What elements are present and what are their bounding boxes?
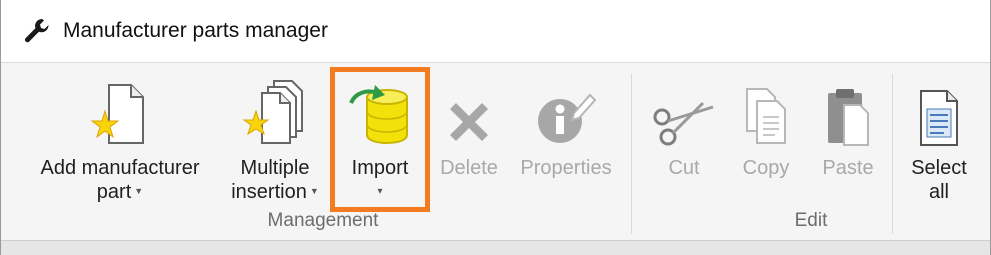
add-manufacturer-part-label-line2: part [96,181,132,203]
properties-label: Properties [520,157,612,179]
chevron-down-icon: ▼ [309,185,319,196]
multiple-insertion-label-line1: Multiple [240,157,310,179]
group-divider [631,74,632,234]
database-import-icon [345,81,415,152]
delete-button[interactable]: Delete [434,64,504,214]
ribbon-bottom-edge [1,240,990,255]
window-title: Manufacturer parts manager [63,19,328,42]
multiple-documents-icon [242,79,308,152]
edit-group-label: Edit [794,210,828,231]
management-group-label: Management [267,210,379,231]
copy-label: Copy [742,157,790,179]
select-all-button[interactable]: Select all [901,64,977,214]
scissors-icon [651,97,717,152]
import-label: Import [351,157,409,179]
parts-manager-window: Manufacturer parts manager Add manufactu… [0,0,991,255]
title-bar: Manufacturer parts manager [1,0,990,63]
chevron-down-icon: ▼ [134,185,144,196]
delete-label: Delete [440,157,498,179]
delete-x-icon [444,97,494,152]
select-all-label-line2: all [928,181,949,203]
cut-label: Cut [668,157,700,179]
properties-button[interactable]: Properties [511,64,621,214]
add-manufacturer-part-label-line1: Add manufacturer [40,157,200,179]
select-all-label-line1: Select [911,157,967,179]
wrench-icon [21,15,53,47]
multiple-insertion-button[interactable]: Multiple insertion ▼ [220,64,330,214]
ribbon: Add manufacturer part ▼ Multiple insertio… [1,64,990,240]
group-divider [892,74,893,234]
paste-label: Paste [822,157,874,179]
add-manufacturer-part-button[interactable]: Add manufacturer part ▼ [23,64,217,214]
cut-button[interactable]: Cut [646,64,722,214]
paste-clipboard-icon [824,87,872,152]
paste-button[interactable]: Paste [811,64,885,214]
copy-button[interactable]: Copy [731,64,801,214]
import-button[interactable]: Import ▾ [335,64,425,214]
multiple-insertion-label-line2: insertion [231,181,307,203]
chevron-down-icon: ▾ [377,186,383,197]
copy-icon [743,87,789,152]
properties-info-icon [534,89,598,152]
select-all-icon [917,89,961,152]
new-part-icon [89,83,151,152]
